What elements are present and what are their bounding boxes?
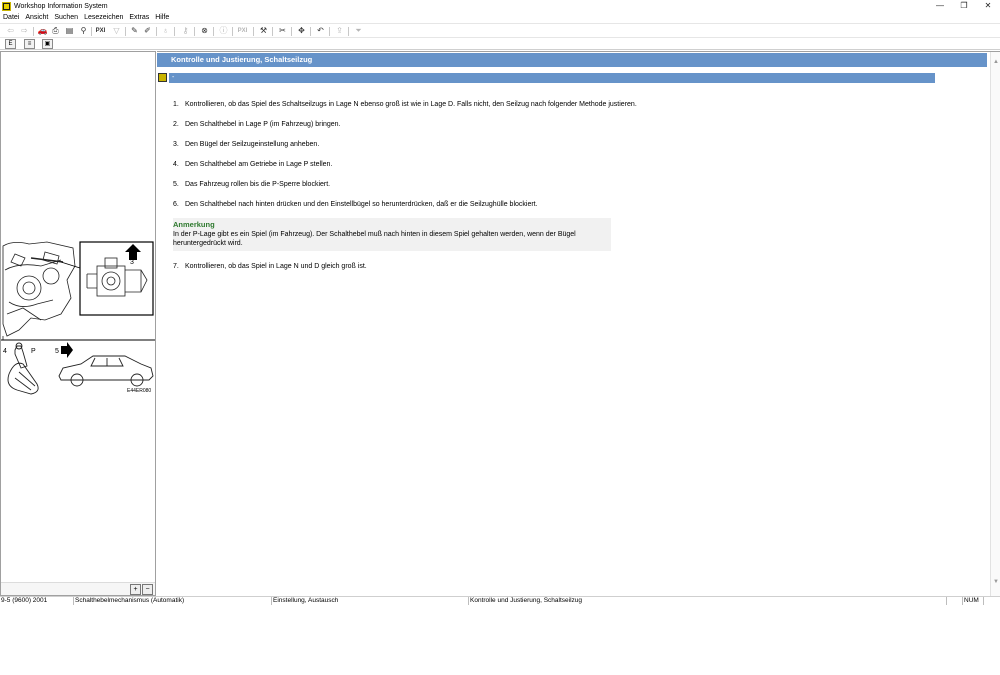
car-icon[interactable]: 🚗	[37, 26, 48, 36]
step-7: 7. Kontrollieren, ob das Spiel in Lage N…	[173, 263, 367, 270]
note-box: Anmerkung In der P-Lage gibt es ein Spie…	[173, 218, 611, 251]
label-p: P	[31, 348, 36, 355]
toolbar-separator	[232, 27, 233, 36]
status-group: Schalthebelmechanismus (Automatik)	[74, 597, 272, 605]
toolbar-separator	[213, 27, 214, 36]
move-icon[interactable]: ✥	[296, 26, 307, 36]
note-title: Anmerkung	[173, 220, 215, 229]
pxi-disabled-button[interactable]: PXI	[237, 26, 248, 36]
menu-extras[interactable]: Extras	[129, 14, 149, 21]
picture-view-icon[interactable]: ▣	[42, 39, 53, 49]
toolbar-separator	[253, 27, 254, 36]
scroll-down-icon[interactable]: ▼	[992, 578, 1000, 586]
export-icon[interactable]: ⇪	[334, 26, 345, 36]
note-edit-icon[interactable]: ✐	[142, 26, 153, 36]
info-icon[interactable]: ⓘ	[218, 26, 229, 36]
status-num: NUM	[963, 597, 984, 605]
menu-ansicht[interactable]: Ansicht	[25, 14, 48, 21]
scroll-up-icon[interactable]: ▲	[992, 58, 1000, 66]
illustration-pane: 3 4 P 5 E44ER080 + −	[0, 51, 156, 596]
status-caps	[947, 597, 963, 605]
step-6: 6. Den Schalthebel nach hinten drücken u…	[173, 201, 538, 208]
note-text: In der P-Lage gibt es ein Spiel (im Fahr…	[173, 231, 576, 247]
document-icon[interactable]: ▤	[64, 26, 75, 36]
minimize-button[interactable]: —	[928, 0, 952, 12]
pxi-button[interactable]: PXI	[95, 26, 106, 36]
toolbar-separator	[329, 27, 330, 36]
bell-icon[interactable]: ♁	[160, 26, 171, 36]
undo-icon[interactable]: ↶	[315, 26, 326, 36]
close-button[interactable]: ✕	[976, 0, 1000, 12]
toolbar-separator	[272, 27, 273, 36]
status-document: Kontrolle und Justierung, Schaltseilzug	[469, 597, 947, 605]
window-title: Workshop Information System	[14, 2, 108, 10]
document-scrollbar[interactable]: ▲ ▼	[990, 52, 1000, 597]
maximize-button[interactable]: ❐	[952, 0, 976, 12]
step-2: 2. Den Schalthebel in Lage P (im Fahrzeu…	[173, 121, 341, 128]
toolbar-separator	[91, 27, 92, 36]
tool-icon[interactable]: ⚒	[258, 26, 269, 36]
label-3: 3	[130, 259, 134, 266]
step-1: 1. Kontrollieren, ob das Spiel des Schal…	[173, 101, 637, 108]
wrench-icon[interactable]: ✂	[277, 26, 288, 36]
toolbar-separator	[174, 27, 175, 36]
toolbar-separator	[125, 27, 126, 36]
left-pane-scrollbar[interactable]: + −	[1, 582, 155, 595]
binoculars-icon[interactable]: ⚲	[78, 26, 89, 36]
figure-code: E44ER080	[127, 388, 151, 394]
toolbar-separator	[33, 27, 34, 36]
toolbar-separator	[310, 27, 311, 36]
toolbar-separator	[194, 27, 195, 36]
step-4: 4. Den Schalthebel am Getriebe in Lage P…	[173, 161, 333, 168]
step-5: 5. Das Fahrzeug rollen bis die P-Sperre …	[173, 181, 331, 188]
menu-lesezeichen[interactable]: Lesezeichen	[84, 14, 123, 21]
text-view-icon[interactable]: ≡	[24, 39, 35, 49]
section-bar: -	[169, 73, 935, 83]
label-4: 4	[3, 348, 7, 355]
section-icon[interactable]	[158, 73, 167, 82]
instruction-list: 1. Kontrollieren, ob das Spiel des Schal…	[173, 100, 973, 282]
label-5: 5	[55, 348, 59, 355]
key-icon[interactable]: ⚷	[180, 26, 191, 36]
toolbar-separator	[348, 27, 349, 36]
view-toolbar: E ≡ ▣	[0, 38, 1000, 50]
step-3: 3. Den Bügel der Seilzugeinstellung anhe…	[173, 141, 320, 148]
print-icon[interactable]: ⎙	[50, 26, 61, 36]
index-view-icon[interactable]: E	[5, 39, 16, 49]
document-pane: Kontrolle und Justierung, Schaltseilzug …	[157, 51, 1000, 597]
pencil-icon[interactable]: ✎	[129, 26, 140, 36]
menu-suchen[interactable]: Suchen	[54, 14, 78, 21]
forward-arrow-icon[interactable]: ⇨	[19, 26, 30, 36]
toolbar-separator	[156, 27, 157, 36]
toolbar-separator	[291, 27, 292, 36]
menu-hilfe[interactable]: Hilfe	[155, 14, 169, 21]
zoom-in-icon[interactable]: +	[130, 584, 141, 595]
title-bar: Workshop Information System — ❐ ✕	[0, 0, 1000, 12]
main-toolbar: ⇦ ⇨ 🚗 ⎙ ▤ ⚲ PXI ▽ ✎ ✐ ♁ ⚷ ⊗ ⓘ PXI ⚒ ✂ ✥ …	[0, 23, 1000, 38]
app-icon	[2, 1, 11, 11]
status-model: 9-5 (9600) 2001	[0, 597, 74, 605]
link-icon[interactable]: ⊗	[199, 26, 210, 36]
shift-cable-illustration: 3 4 P 5 E44ER080	[1, 241, 155, 395]
filter-icon[interactable]: ▽	[111, 26, 122, 36]
funnel-icon[interactable]: ⏷	[353, 26, 364, 36]
status-bar: 9-5 (9600) 2001 Schalthebelmechanismus (…	[0, 596, 1000, 605]
back-arrow-icon[interactable]: ⇦	[5, 26, 16, 36]
zoom-out-icon[interactable]: −	[142, 584, 153, 595]
menu-bar: Datei Ansicht Suchen Lesezeichen Extras …	[0, 12, 1000, 23]
status-category: Einstellung, Austausch	[272, 597, 469, 605]
page-title: Kontrolle und Justierung, Schaltseilzug	[157, 53, 987, 67]
menu-datei[interactable]: Datei	[3, 14, 19, 21]
